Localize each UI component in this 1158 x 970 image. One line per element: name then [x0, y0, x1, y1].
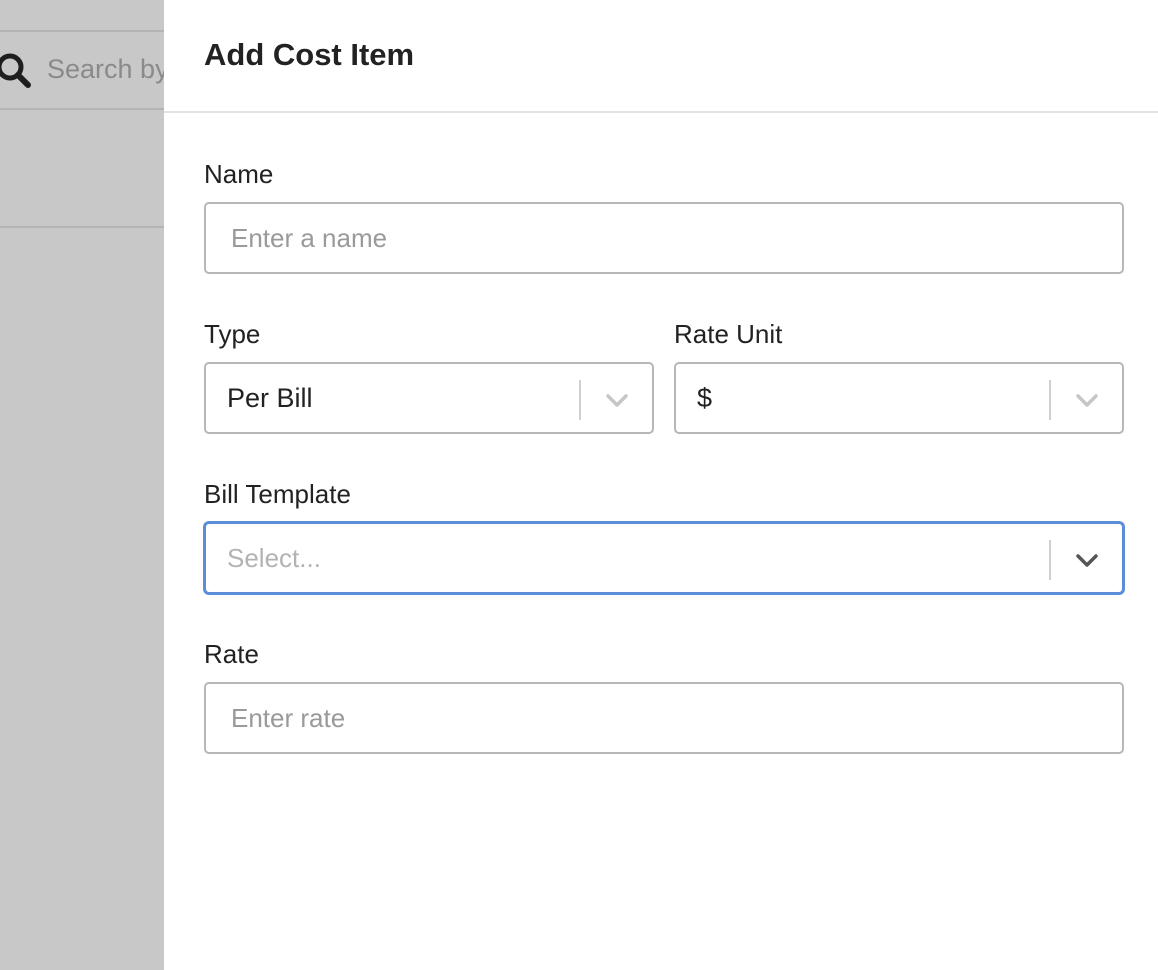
rate-unit-select-separator — [1049, 380, 1051, 420]
bill-template-placeholder: Select... — [227, 543, 321, 573]
rate-input[interactable] — [204, 682, 1124, 754]
background-divider — [0, 226, 164, 228]
rate-label: Rate — [204, 639, 259, 669]
type-select[interactable]: Per Bill — [204, 362, 654, 434]
chevron-down-icon[interactable] — [1073, 546, 1101, 574]
background-overlay[interactable]: Search by — [0, 0, 164, 970]
type-select-value: Per Bill — [227, 383, 313, 413]
search-icon — [0, 53, 31, 88]
rate-unit-select-value: $ — [697, 383, 713, 413]
bill-template-select[interactable]: Select... — [204, 522, 1124, 594]
chevron-down-icon[interactable] — [603, 386, 631, 414]
add-cost-item-panel: Add Cost Item Name Type Per Bill Rate Un… — [164, 0, 1158, 970]
bill-template-label: Bill Template — [204, 479, 351, 509]
name-label: Name — [204, 159, 274, 189]
panel-header: Add Cost Item — [164, 0, 1158, 113]
background-search-placeholder: Search by — [47, 54, 164, 84]
type-select-separator — [579, 380, 581, 420]
panel-title: Add Cost Item — [204, 37, 415, 72]
chevron-down-icon[interactable] — [1073, 386, 1101, 414]
type-label: Type — [204, 319, 261, 349]
rate-unit-select[interactable]: $ — [674, 362, 1124, 434]
name-input[interactable] — [204, 202, 1124, 274]
bill-template-select-separator — [1049, 540, 1051, 580]
rate-unit-label: Rate Unit — [674, 319, 783, 349]
